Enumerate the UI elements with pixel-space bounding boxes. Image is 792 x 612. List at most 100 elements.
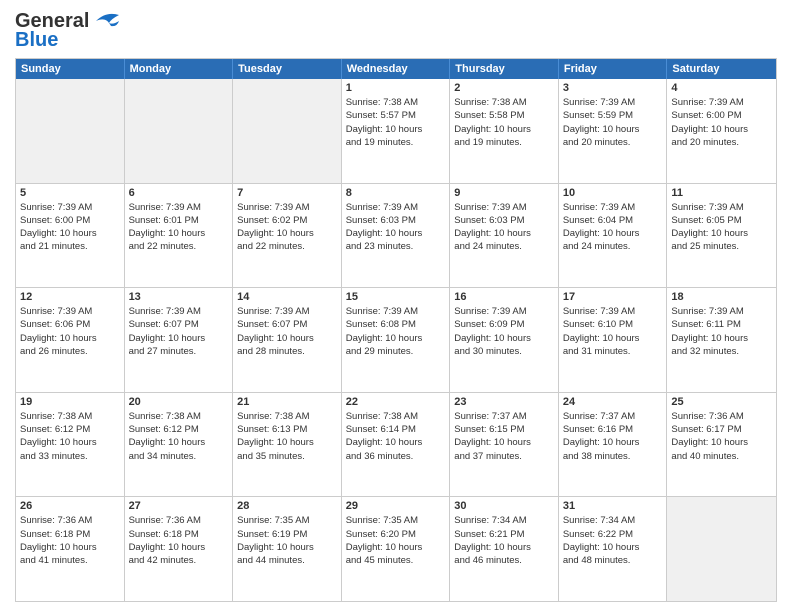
day-number: 10: [563, 187, 663, 199]
cell-line: Sunrise: 7:38 AM: [346, 96, 446, 109]
cell-line: Sunrise: 7:39 AM: [346, 201, 446, 214]
cell-line: and 19 minutes.: [346, 136, 446, 149]
day-number: 11: [671, 187, 772, 199]
cell-line: and 31 minutes.: [563, 345, 663, 358]
cell-line: Daylight: 10 hours: [671, 123, 772, 136]
cell-line: and 33 minutes.: [20, 450, 120, 463]
day-number: 12: [20, 291, 120, 303]
cell-line: Sunset: 6:10 PM: [563, 318, 663, 331]
cell-line: and 36 minutes.: [346, 450, 446, 463]
cell-line: Daylight: 10 hours: [454, 123, 554, 136]
calendar: SundayMondayTuesdayWednesdayThursdayFrid…: [15, 58, 777, 602]
calendar-cell: 29Sunrise: 7:35 AMSunset: 6:20 PMDayligh…: [342, 497, 451, 601]
cell-line: and 34 minutes.: [129, 450, 229, 463]
cell-line: Sunset: 6:07 PM: [237, 318, 337, 331]
calendar-cell: 17Sunrise: 7:39 AMSunset: 6:10 PMDayligh…: [559, 288, 668, 392]
cell-line: Sunrise: 7:38 AM: [20, 410, 120, 423]
cell-line: and 24 minutes.: [563, 240, 663, 253]
cell-line: Sunset: 5:58 PM: [454, 109, 554, 122]
day-number: 1: [346, 82, 446, 94]
cell-line: Sunset: 6:06 PM: [20, 318, 120, 331]
calendar-cell: 8Sunrise: 7:39 AMSunset: 6:03 PMDaylight…: [342, 184, 451, 288]
cell-line: Sunset: 6:01 PM: [129, 214, 229, 227]
calendar-cell: [233, 79, 342, 183]
calendar-cell: [16, 79, 125, 183]
calendar-cell: 11Sunrise: 7:39 AMSunset: 6:05 PMDayligh…: [667, 184, 776, 288]
cell-line: Daylight: 10 hours: [346, 436, 446, 449]
cell-line: Daylight: 10 hours: [129, 227, 229, 240]
cell-line: Daylight: 10 hours: [563, 436, 663, 449]
day-number: 18: [671, 291, 772, 303]
calendar-row: 1Sunrise: 7:38 AMSunset: 5:57 PMDaylight…: [16, 79, 776, 184]
cell-line: Daylight: 10 hours: [563, 123, 663, 136]
cell-line: Sunset: 6:18 PM: [20, 528, 120, 541]
cell-line: Sunrise: 7:36 AM: [129, 514, 229, 527]
cell-line: Sunrise: 7:39 AM: [671, 96, 772, 109]
calendar-cell: 22Sunrise: 7:38 AMSunset: 6:14 PMDayligh…: [342, 393, 451, 497]
cell-line: Sunset: 6:12 PM: [20, 423, 120, 436]
cell-line: Sunrise: 7:39 AM: [563, 201, 663, 214]
day-number: 16: [454, 291, 554, 303]
cell-line: Sunrise: 7:39 AM: [454, 305, 554, 318]
header-day: Tuesday: [233, 59, 342, 79]
calendar-cell: 26Sunrise: 7:36 AMSunset: 6:18 PMDayligh…: [16, 497, 125, 601]
day-number: 2: [454, 82, 554, 94]
calendar-cell: 16Sunrise: 7:39 AMSunset: 6:09 PMDayligh…: [450, 288, 559, 392]
cell-line: Daylight: 10 hours: [20, 332, 120, 345]
cell-line: Daylight: 10 hours: [129, 541, 229, 554]
cell-line: Sunset: 6:03 PM: [346, 214, 446, 227]
cell-line: Sunrise: 7:39 AM: [129, 201, 229, 214]
calendar-cell: 23Sunrise: 7:37 AMSunset: 6:15 PMDayligh…: [450, 393, 559, 497]
cell-line: Sunrise: 7:39 AM: [454, 201, 554, 214]
cell-line: Daylight: 10 hours: [20, 227, 120, 240]
calendar-cell: 13Sunrise: 7:39 AMSunset: 6:07 PMDayligh…: [125, 288, 234, 392]
cell-line: Sunrise: 7:39 AM: [237, 201, 337, 214]
calendar-cell: 31Sunrise: 7:34 AMSunset: 6:22 PMDayligh…: [559, 497, 668, 601]
calendar-cell: 10Sunrise: 7:39 AMSunset: 6:04 PMDayligh…: [559, 184, 668, 288]
day-number: 26: [20, 500, 120, 512]
calendar-cell: 27Sunrise: 7:36 AMSunset: 6:18 PMDayligh…: [125, 497, 234, 601]
day-number: 28: [237, 500, 337, 512]
cell-line: Daylight: 10 hours: [129, 436, 229, 449]
cell-line: Sunset: 5:59 PM: [563, 109, 663, 122]
cell-line: and 30 minutes.: [454, 345, 554, 358]
calendar-cell: 7Sunrise: 7:39 AMSunset: 6:02 PMDaylight…: [233, 184, 342, 288]
cell-line: Sunrise: 7:39 AM: [20, 201, 120, 214]
calendar-cell: [667, 497, 776, 601]
cell-line: Daylight: 10 hours: [346, 227, 446, 240]
cell-line: Sunset: 6:08 PM: [346, 318, 446, 331]
cell-line: Sunrise: 7:39 AM: [671, 305, 772, 318]
cell-line: and 40 minutes.: [671, 450, 772, 463]
calendar-cell: 15Sunrise: 7:39 AMSunset: 6:08 PMDayligh…: [342, 288, 451, 392]
cell-line: and 28 minutes.: [237, 345, 337, 358]
cell-line: Sunset: 6:15 PM: [454, 423, 554, 436]
cell-line: Sunset: 6:21 PM: [454, 528, 554, 541]
logo-bird-icon: [91, 11, 121, 33]
calendar-cell: 4Sunrise: 7:39 AMSunset: 6:00 PMDaylight…: [667, 79, 776, 183]
cell-line: Sunrise: 7:39 AM: [346, 305, 446, 318]
calendar-cell: 24Sunrise: 7:37 AMSunset: 6:16 PMDayligh…: [559, 393, 668, 497]
day-number: 30: [454, 500, 554, 512]
cell-line: Daylight: 10 hours: [671, 227, 772, 240]
cell-line: Daylight: 10 hours: [346, 541, 446, 554]
cell-line: and 21 minutes.: [20, 240, 120, 253]
calendar-cell: 6Sunrise: 7:39 AMSunset: 6:01 PMDaylight…: [125, 184, 234, 288]
cell-line: and 22 minutes.: [237, 240, 337, 253]
cell-line: Sunset: 6:13 PM: [237, 423, 337, 436]
cell-line: and 38 minutes.: [563, 450, 663, 463]
cell-line: Sunrise: 7:35 AM: [237, 514, 337, 527]
day-number: 21: [237, 396, 337, 408]
day-number: 15: [346, 291, 446, 303]
header-day: Saturday: [667, 59, 776, 79]
cell-line: and 46 minutes.: [454, 554, 554, 567]
cell-line: and 23 minutes.: [346, 240, 446, 253]
cell-line: Daylight: 10 hours: [237, 227, 337, 240]
cell-line: Sunrise: 7:35 AM: [346, 514, 446, 527]
cell-line: and 48 minutes.: [563, 554, 663, 567]
cell-line: Sunset: 6:19 PM: [237, 528, 337, 541]
cell-line: Sunrise: 7:39 AM: [563, 96, 663, 109]
cell-line: Sunset: 6:05 PM: [671, 214, 772, 227]
cell-line: Sunrise: 7:39 AM: [129, 305, 229, 318]
cell-line: Sunrise: 7:36 AM: [20, 514, 120, 527]
cell-line: and 25 minutes.: [671, 240, 772, 253]
